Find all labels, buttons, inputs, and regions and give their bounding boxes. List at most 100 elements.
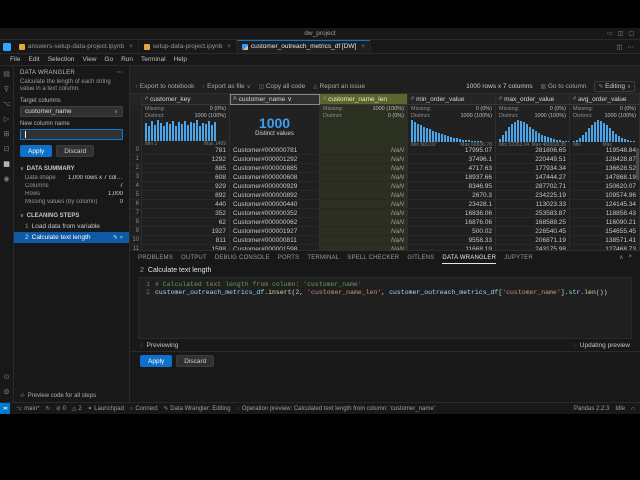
cell-customer_name_len[interactable]: NaN — [320, 155, 408, 163]
cell-max_order_value[interactable]: 234225.19 — [496, 191, 570, 199]
cell-customer_name_len[interactable]: NaN — [320, 200, 408, 208]
cell-customer_key[interactable]: 929 — [142, 182, 230, 190]
cell-avg_order_value[interactable]: 127468.73 — [570, 245, 640, 250]
cell-customer_key[interactable]: 781 — [142, 146, 230, 154]
edit-icon[interactable]: ✎ — [113, 235, 118, 241]
close-icon[interactable]: × — [628, 254, 632, 261]
discard-button[interactable]: Discard — [56, 145, 95, 157]
cell-customer_name[interactable]: Customer#000000062 — [230, 218, 320, 226]
editing-mode-dropdown[interactable]: ✎ Editing ∨ — [594, 81, 635, 92]
cleaning-step-2[interactable]: 2 Calculate text length ✎ × — [14, 232, 129, 243]
cell-min_order_value[interactable]: 37496.1 — [408, 155, 496, 163]
panel-discard-button[interactable]: Discard — [176, 355, 215, 367]
cell-customer_name_len[interactable]: NaN — [320, 164, 408, 172]
panel-tab-data-wrangler[interactable]: DATA WRANGLER — [442, 251, 496, 264]
delete-icon[interactable]: × — [120, 235, 123, 241]
cell-max_order_value[interactable]: 113023.33 — [496, 200, 570, 208]
status-0[interactable]: ⊘ 0 — [56, 406, 66, 412]
chevron-up-icon[interactable]: ∧ — [619, 254, 623, 261]
remote-explorer-icon[interactable]: ⊡ — [4, 146, 10, 154]
panel-tab-ports[interactable]: PORTS — [278, 251, 300, 264]
cell-customer_name_len[interactable]: NaN — [320, 227, 408, 235]
close-icon[interactable]: × — [227, 44, 231, 50]
cell-customer_key[interactable]: 352 — [142, 209, 230, 217]
editor-tab-customer-outreach-metrics-df-dw[interactable]: customer_outreach_metrics_df [DW] × — [236, 40, 371, 53]
cell-customer_name[interactable]: Customer#000000781 — [230, 146, 320, 154]
cell-min_order_value[interactable]: 23428.1 — [408, 200, 496, 208]
menu-selection[interactable]: Selection — [44, 56, 79, 63]
cell-min_order_value[interactable]: 9558.33 — [408, 236, 496, 244]
cell-avg_order_value[interactable]: 119548.84 — [570, 146, 640, 154]
cell-avg_order_value[interactable]: 154655.45 — [570, 227, 640, 235]
status-2[interactable]: △ 2 — [72, 406, 82, 412]
account-icon[interactable]: ⊙ — [4, 374, 10, 382]
status-pandas-2-2-3[interactable]: Pandas 2.2.3 — [574, 406, 609, 412]
cell-customer_name[interactable]: Customer#000000608 — [230, 173, 320, 181]
cell-max_order_value[interactable]: 253583.87 — [496, 209, 570, 217]
status-launchpad[interactable]: ✦ Launchpad — [88, 406, 124, 412]
menu-run[interactable]: Run — [117, 56, 137, 63]
close-icon[interactable]: × — [129, 44, 133, 50]
toggle-panel-icon[interactable]: ▭ — [607, 30, 613, 37]
data-summary-header[interactable]: ∨ DATA SUMMARY — [14, 164, 129, 174]
cell-avg_order_value[interactable]: 147868.19 — [570, 173, 640, 181]
cell-max_order_value[interactable]: 177934.34 — [496, 164, 570, 172]
cell-customer_name[interactable]: Customer#000000885 — [230, 164, 320, 172]
cell-customer_name[interactable]: Customer#000001292 — [230, 155, 320, 163]
menu-terminal[interactable]: Terminal — [137, 56, 170, 63]
target-columns-select[interactable]: customer_name ∨ — [20, 106, 123, 117]
panel-tab-debug-console[interactable]: DEBUG CONSOLE — [215, 251, 270, 264]
split-editor-icon[interactable]: ◫ — [616, 43, 622, 51]
cleaning-step-1[interactable]: 1 Load data from variable — [14, 221, 129, 232]
cell-min_order_value[interactable]: 11668.19 — [408, 245, 496, 250]
close-icon[interactable]: × — [361, 44, 365, 50]
cell-customer_key[interactable]: 811 — [142, 236, 230, 244]
cell-min_order_value[interactable]: 18937.66 — [408, 173, 496, 181]
column-header-customer_name[interactable]: Acustomer_name ∨ — [230, 94, 320, 105]
editor-tab-setup-data-project-ipynb[interactable]: setup-data-project.ipynb × — [138, 40, 237, 53]
panel-tab-spell-checker[interactable]: SPELL CHECKER — [347, 251, 399, 264]
customize-layout-icon[interactable]: ▢ — [628, 30, 634, 37]
menu-go[interactable]: Go — [100, 56, 117, 63]
cell-avg_order_value[interactable]: 138571.41 — [570, 236, 640, 244]
extensions-icon[interactable]: ⊞ — [4, 131, 10, 139]
sidebar-more-icon[interactable]: ⋯ — [117, 69, 123, 76]
cell-customer_name_len[interactable]: NaN — [320, 191, 408, 199]
cell-customer_name_len[interactable]: NaN — [320, 173, 408, 181]
cell-customer_key[interactable]: 1292 — [142, 155, 230, 163]
cell-min_order_value[interactable]: 2670.3 — [408, 191, 496, 199]
cell-customer_name[interactable]: Customer#000000929 — [230, 182, 320, 190]
status-sync-icon[interactable]: ↻ — [46, 406, 51, 412]
cell-avg_order_value[interactable]: 124145.34 — [570, 200, 640, 208]
cell-avg_order_value[interactable]: 118858.43 — [570, 209, 640, 217]
cell-max_order_value[interactable]: 226540.45 — [496, 227, 570, 235]
editor-tab-answers-setup-data-project-ipynb[interactable]: answers-setup-data-project.ipynb × — [14, 40, 139, 53]
cell-max_order_value[interactable]: 281806.65 — [496, 146, 570, 154]
menu-view[interactable]: View — [78, 56, 100, 63]
cleaning-steps-header[interactable]: ∨ CLEANING STEPS — [14, 211, 129, 221]
menu-file[interactable]: File — [6, 56, 24, 63]
panel-tab-output[interactable]: OUTPUT — [181, 251, 207, 264]
cell-min_order_value[interactable]: 8346.95 — [408, 182, 496, 190]
cell-min_order_value[interactable]: 4717.63 — [408, 164, 496, 172]
cell-max_order_value[interactable]: 243175.98 — [496, 245, 570, 250]
column-header-customer_name_len[interactable]: # customer_name_len — [320, 94, 408, 105]
status-connect[interactable]: ○ Connect — [130, 406, 158, 412]
cell-customer_key[interactable]: 608 — [142, 173, 230, 181]
column-header-min_order_value[interactable]: # min_order_value — [408, 94, 496, 105]
cell-min_order_value[interactable]: 16836.06 — [408, 209, 496, 217]
cell-customer_name_len[interactable]: NaN — [320, 245, 408, 250]
settings-icon[interactable]: ⚙ — [3, 389, 9, 397]
run-debug-icon[interactable]: ▷ — [4, 116, 9, 124]
status-main[interactable]: ⌥ main* — [16, 406, 40, 412]
jupyter-icon[interactable]: ◉ — [3, 176, 9, 184]
more-actions-icon[interactable]: ⋯ — [628, 43, 635, 51]
status-data-wrangler-editing[interactable]: ✎ Data Wrangler: Editing — [164, 406, 231, 412]
panel-tab-terminal[interactable]: TERMINAL — [307, 251, 339, 264]
cell-avg_order_value[interactable]: 136628.52 — [570, 164, 640, 172]
cell-avg_order_value[interactable]: 150620.07 — [570, 182, 640, 190]
source-control-icon[interactable]: ⌥ — [2, 101, 10, 109]
cell-customer_name_len[interactable]: NaN — [320, 218, 408, 226]
cell-customer_name_len[interactable]: NaN — [320, 182, 408, 190]
panel-apply-button[interactable]: Apply — [140, 355, 173, 367]
